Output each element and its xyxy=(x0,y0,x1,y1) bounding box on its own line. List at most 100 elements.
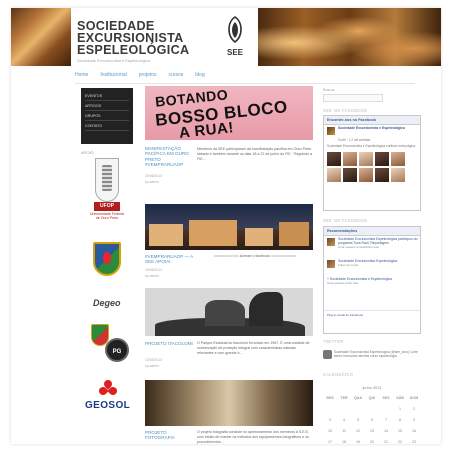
calendar-day[interactable]: 14 xyxy=(379,426,393,437)
calendar-day[interactable]: 5 xyxy=(351,415,365,426)
calendar-day[interactable]: 19 xyxy=(351,437,365,444)
fb-page-row[interactable]: Sociedade Excursionista e Espeleológica xyxy=(324,125,420,137)
fan-avatar[interactable] xyxy=(327,168,341,182)
calendar-day[interactable]: 3 xyxy=(323,415,337,426)
header-cave-photo-right xyxy=(258,8,441,66)
fan-avatar[interactable] xyxy=(343,168,357,182)
rec-title: + Sociedade Excursionista e Espeleológic… xyxy=(327,277,409,286)
left-menu-item-eventos[interactable]: EVENTOS xyxy=(85,91,129,101)
calendar-day[interactable]: 21 xyxy=(379,437,393,444)
partner-ufop[interactable]: UFOP Universidade Federal de Ouro Preto xyxy=(81,158,133,220)
site-title-line: ESPELEOLÓGICA xyxy=(77,43,190,57)
left-menu-item-artigos[interactable]: ARTIGOS xyxy=(85,101,129,111)
tweet-text: Sociedade Excursionista Espeleológica (@… xyxy=(334,350,418,358)
fb-plugin-label[interactable]: Plug-in social do Facebook xyxy=(324,310,420,319)
nav-item-cursos[interactable]: cursos xyxy=(169,72,184,82)
building-shape xyxy=(245,228,273,246)
fb-rec-title: Recomendações xyxy=(324,227,420,236)
building-shape xyxy=(189,220,237,246)
calendar-day[interactable]: 12 xyxy=(351,426,365,437)
nav-item-blog[interactable]: blog xyxy=(195,72,204,82)
fb-page-name: Sociedade Excursionista e Espeleológica xyxy=(338,126,405,130)
calendar-day[interactable]: 15 xyxy=(393,426,407,437)
fan-avatar[interactable] xyxy=(375,168,389,182)
twitter-heading: TWITTER xyxy=(323,339,344,344)
calendar-day[interactable]: 22 xyxy=(393,437,407,444)
calendar-day[interactable]: 16 xyxy=(407,426,421,437)
post-date: 13/05/2013 xyxy=(145,358,162,362)
post-image-fotografia[interactable] xyxy=(145,380,313,426)
post-date: 20/06/2013 xyxy=(145,174,162,178)
facebook-recommendations: Recomendações Sociedade Excursionista Es… xyxy=(323,226,421,334)
post-title[interactable]: #VEMPRARUAOP — A SEE APOIA! xyxy=(145,254,197,265)
nav-item-institucional[interactable]: Institucional xyxy=(100,72,126,82)
calendar-day[interactable]: 6 xyxy=(365,415,379,426)
fb-page-thumbnail xyxy=(327,127,335,135)
fan-avatar[interactable] xyxy=(391,152,405,166)
fb-rec-item[interactable]: + Sociedade Excursionista e Espeleológic… xyxy=(324,276,420,310)
calendar-heading: CALENDÁRIO xyxy=(323,372,354,377)
calendar-day[interactable]: 2 xyxy=(407,404,421,415)
post-image-ouro-preto-night[interactable] xyxy=(145,204,313,250)
fan-avatar[interactable] xyxy=(391,168,405,182)
facebook-like-box: Encontre-nos no Facebook Sociedade Excur… xyxy=(323,115,421,211)
post-title[interactable]: MANIFESTAÇÃO PACÍFICA EM OURO PRETO #VEM… xyxy=(145,146,197,168)
partner-geosol[interactable]: GEOSOL xyxy=(81,378,133,422)
post-author[interactable]: by admin xyxy=(145,180,159,184)
calendar-day[interactable]: 7 xyxy=(379,415,393,426)
calendar: SEG TER QUA QUI SEX SÁB DOM 1 2 3 4 5 6 … xyxy=(323,393,421,444)
left-menu-item-grupos[interactable]: GRUPOS xyxy=(85,111,129,121)
fan-avatar[interactable] xyxy=(375,152,389,166)
partner-pg[interactable]: PG xyxy=(81,324,133,366)
post-author[interactable]: by admin xyxy=(145,364,159,368)
ufop-name-line: de Ouro Preto xyxy=(95,216,119,220)
calendar-day[interactable]: 8 xyxy=(393,415,407,426)
calendar-day[interactable]: 10 xyxy=(323,426,337,437)
calendar-day[interactable]: 13 xyxy=(365,426,379,437)
post-excerpt: O projeto fotografia consiste no aprimor… xyxy=(197,430,310,444)
calendar-day[interactable]: 4 xyxy=(337,415,351,426)
fan-avatar[interactable] xyxy=(343,152,357,166)
degeo-label: Degeo xyxy=(93,298,121,308)
fan-avatar[interactable] xyxy=(359,168,373,182)
nav-item-home[interactable]: Home xyxy=(75,72,88,82)
weekday-label: SEG xyxy=(326,396,334,400)
logo-text: SEE xyxy=(227,48,244,57)
site-tagline: Sociedade Excursionista e Espeleológica xyxy=(77,58,151,63)
calendar-weekdays: SEG TER QUA QUI SEX SÁB DOM xyxy=(323,393,421,404)
calendar-day[interactable]: 18 xyxy=(337,437,351,444)
fb-rec-item[interactable]: Sociedade Excursionista Espeleológica pa… xyxy=(324,236,420,258)
site-title[interactable]: SOCIEDADE EXCURSIONISTA ESPELEOLÓGICA xyxy=(77,20,217,57)
fan-avatar[interactable] xyxy=(327,152,341,166)
calendar-day[interactable]: 20 xyxy=(365,437,379,444)
calendar-day[interactable]: 11 xyxy=(337,426,351,437)
partner-degeo[interactable]: Degeo xyxy=(81,242,133,310)
left-menu: EVENTOS ARTIGOS GRUPOS CONTATO xyxy=(81,88,133,144)
post-image-manifestacao[interactable]: BOTANDO BOSSO BLOCO A RUA! xyxy=(145,86,313,140)
page: SOCIEDADE EXCURSIONISTA ESPELEOLÓGICA So… xyxy=(11,8,441,444)
left-menu-item-contato[interactable]: CONTATO xyxy=(85,121,129,131)
post-title[interactable]: PROJETO FOTOGRAFIA xyxy=(145,430,197,441)
post-image-itacolomi[interactable] xyxy=(145,288,313,336)
calendar-week: 17 18 19 20 21 22 23 xyxy=(323,437,421,444)
fb-box-title[interactable]: Encontre-nos no Facebook xyxy=(324,116,420,125)
rec-sub: Uma pessoa compartilhou isso. xyxy=(338,244,380,249)
twitter-widget[interactable]: Sociedade Excursionista Espeleológica (@… xyxy=(323,348,421,362)
post-excerpt: O Parque Estadual do Itacolomi foi criad… xyxy=(197,341,310,355)
calendar-day[interactable]: 23 xyxy=(407,437,421,444)
fan-avatar[interactable] xyxy=(359,152,373,166)
see-logo-icon[interactable]: SEE xyxy=(223,14,247,60)
calendar-day xyxy=(351,404,365,415)
site-header: SOCIEDADE EXCURSIONISTA ESPELEOLÓGICA So… xyxy=(11,8,441,66)
calendar-day xyxy=(379,404,393,415)
post-author[interactable]: by admin xyxy=(145,274,159,278)
post-title[interactable]: PROJETO ITACOLOMI xyxy=(145,341,197,346)
calendar-day[interactable]: 1 xyxy=(393,404,407,415)
nav-item-projetos[interactable]: projetos xyxy=(139,72,157,82)
calendar-day[interactable]: 17 xyxy=(323,437,337,444)
search-input[interactable] xyxy=(323,94,383,102)
rec-title: Sociedade Excursionista Espeleológica Fo… xyxy=(338,259,420,268)
ufop-crest-icon xyxy=(95,158,119,202)
calendar-day[interactable]: 9 xyxy=(407,415,421,426)
fb-rec-item[interactable]: Sociedade Excursionista Espeleológica Fo… xyxy=(324,258,420,276)
